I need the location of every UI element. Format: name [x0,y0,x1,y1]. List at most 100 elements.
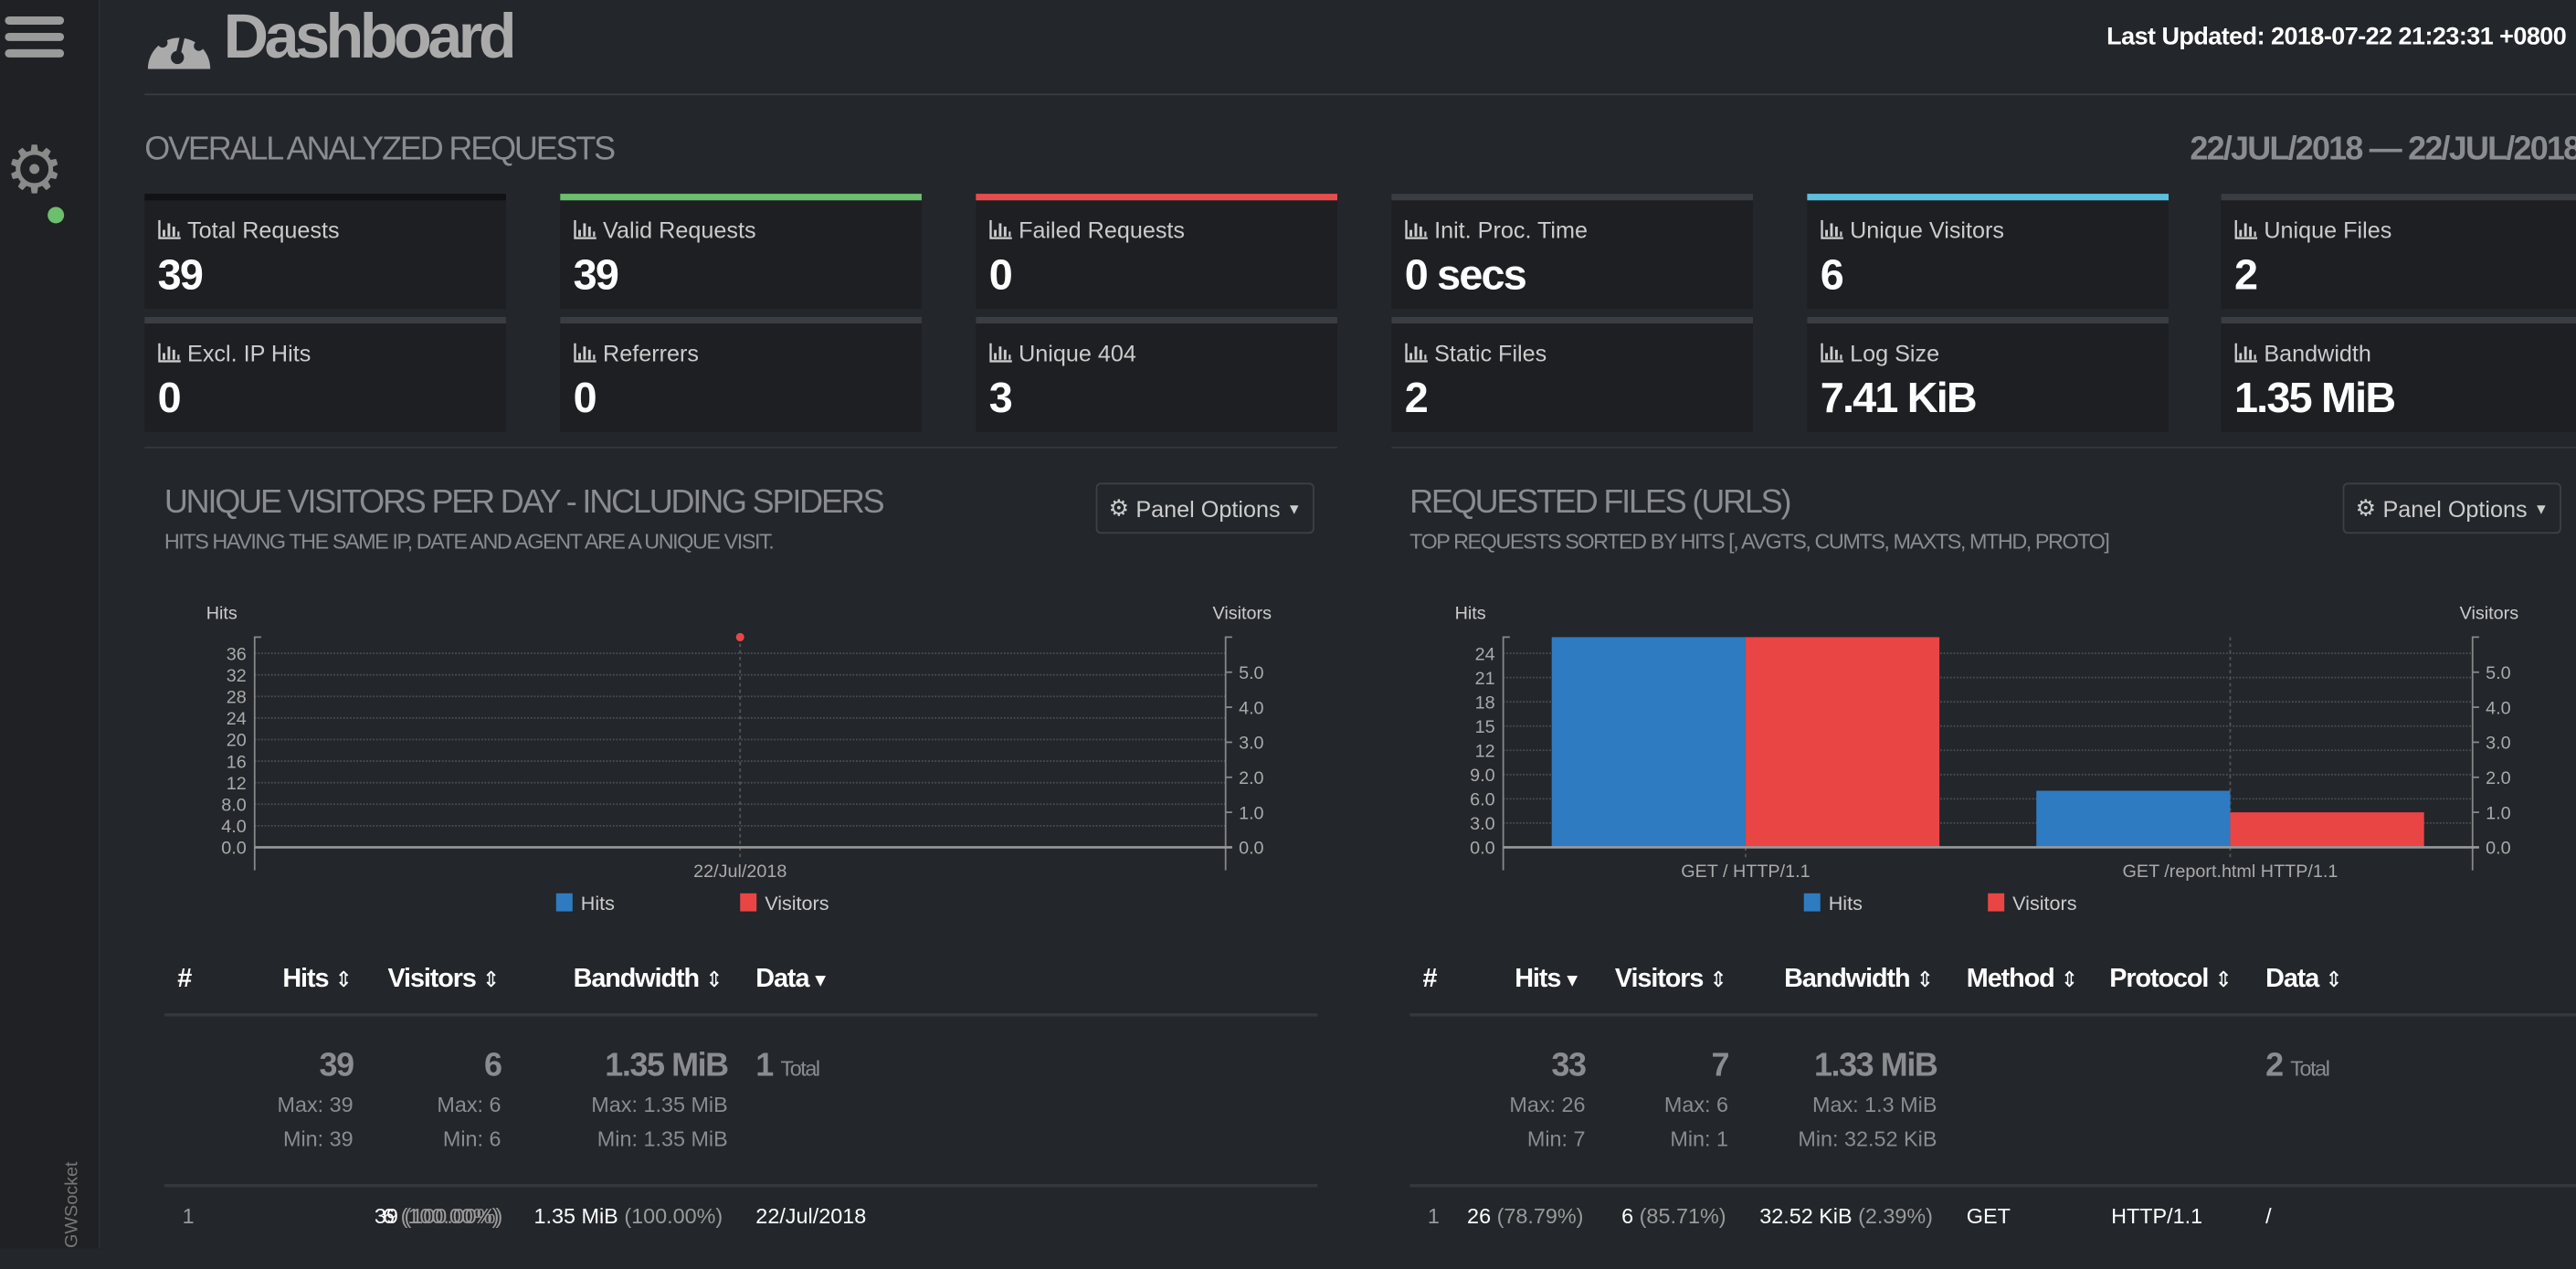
y-tick-label: 0.0 [221,839,246,859]
y-tick-label: 24 [227,709,247,729]
col-header-bandwidth[interactable]: Bandwidth ⇕ [1784,965,1934,995]
settings-gear-icon[interactable]: ⚙ [5,132,63,210]
metric-label: Unique 404 [989,340,1136,366]
y-tick-label: 28 [227,687,247,707]
legend-swatch-hits [1803,893,1821,912]
metric-card: Referrers 0 [560,316,922,432]
col-header-protocol[interactable]: Protocol ⇕ [2109,966,2233,995]
y-tick-label: 18 [1475,693,1495,713]
metric-label-text: Unique Files [2264,217,2392,244]
dashboard: ⚙ GWSocket Dashboard Last Updated: 2018-… [0,0,2576,1249]
metric-label-text: Failed Requests [1019,217,1186,244]
table-divider [164,1183,1318,1188]
legend-swatch-visitors [1988,893,2005,912]
bandwidth-value: 1.35 MiB [533,1203,618,1229]
header-label: Hits [282,965,329,994]
max-visitors: Max: 6 [1663,1092,1729,1117]
total-hits: 39 [319,1047,355,1084]
y2-axis-title: Visitors [2460,604,2519,624]
y2-tick-label: 1.0 [1239,803,1263,823]
bar-visitors [1745,637,1940,848]
table-divider [1409,1183,2576,1188]
y-tick-label: 20 [227,731,247,751]
total-visitors: 6 [483,1047,502,1084]
x-tick-label: GET /report.html HTTP/1.1 [2123,862,2338,882]
col-header-visitors[interactable]: Visitors ⇕ [1615,966,1727,995]
panel-options-button[interactable]: ⚙ Panel Options ▼ [2342,482,2561,534]
legend-label-hits: Hits [1829,892,1863,915]
sort-desc-icon: ▾ [1567,967,1578,992]
metric-label-text: Referrers [603,340,700,366]
col-header-bandwidth[interactable]: Bandwidth ⇕ [574,966,723,995]
y-axis [253,636,261,871]
metric-card: Log Size 7.41 KiB [1807,316,2170,432]
visitors-chart: 0.04.08.0121620242832360.01.02.03.04.05.… [206,604,1272,915]
panel-subtitle: TOP REQUESTS SORTED BY HITS [, AVGTS, CU… [1409,528,2110,554]
bar-chart-icon [1405,219,1428,239]
visitors-value: 6 [383,1203,396,1229]
table-divider [164,1012,1318,1017]
sort-icon: ⇕ [2214,967,2233,992]
col-header-method[interactable]: Method ⇕ [1967,966,2078,995]
metric-value: 0 [573,373,597,422]
legend-label-hits: Hits [581,892,615,915]
y-axis-title: Hits [206,604,238,624]
metric-value: 7.41 KiB [1820,373,1978,422]
x-tick-label: 22/Jul/2018 [693,862,787,882]
hits-value: 26 [1467,1203,1492,1229]
row-visitors: 6 (100.00%) [383,1203,502,1228]
menu-icon[interactable] [5,16,65,66]
y-tick-label: 36 [227,644,247,664]
metric-label-text: Unique 404 [1019,340,1136,366]
y2-tick-label: 2.0 [1239,768,1263,788]
total-visitors: 7 [1711,1047,1729,1084]
panel-options-label: Panel Options [2382,494,2528,522]
y2-tick-label: 3.0 [1239,734,1263,754]
header-label: Bandwidth [1784,965,1910,994]
metric-card: Bandwidth 1.35 MiB [2221,316,2576,432]
col-header-visitors[interactable]: Visitors ⇕ [387,966,500,995]
col-header-hits[interactable]: Hits ⇕ [282,965,353,995]
gwsocket-label: GWSocket [62,1161,82,1249]
metric-value: 39 [157,249,204,300]
col-header-hits[interactable]: Hits ▾ [1515,965,1578,995]
y-tick-label: 16 [227,752,247,772]
col-header-data[interactable]: Data ⇕ [2265,965,2343,995]
connection-status-dot [48,206,65,224]
header-label: Data [2265,965,2319,994]
panel-options-button[interactable]: ⚙ Panel Options ▼ [1095,482,1314,534]
col-header-data[interactable]: Data ▾ [755,966,826,995]
data-count: 1 [755,1047,774,1084]
sort-desc-icon: ▾ [815,967,826,992]
metric-value: 0 [988,249,1013,300]
last-updated: Last Updated: 2018-07-22 21:23:31 +0800 [2106,23,2567,51]
caret-down-icon: ▼ [2533,500,2549,517]
row-hits: 26 (78.79%) [1467,1203,1583,1228]
header-label: Hits [1515,965,1561,994]
legend-label-visitors: Visitors [765,892,829,915]
y2-tick-label: 5.0 [2486,663,2510,683]
row-num: 1 [182,1203,195,1229]
row-data: 22/Jul/2018 [755,1203,867,1229]
point-visitors [735,632,744,641]
bar-chart-icon [158,343,181,363]
y-tick-label: 8.0 [221,795,246,815]
metric-label: Total Requests [158,217,340,243]
bar-chart-icon [1405,343,1428,363]
bar-visitors [2230,812,2424,848]
date-range: 22/JUL/2018 — 22/JUL/2018 [2190,131,2576,168]
metric-card: Unique 404 3 [976,316,1337,432]
row-visitors: 6 (85.71%) [1621,1203,1726,1228]
metric-value: 0 [157,373,182,422]
table-divider [1409,1012,2576,1017]
total-data: 2 Total [2265,1048,2330,1085]
metric-card: Unique Files 2 [2221,194,2576,309]
metric-label-text: Static Files [1434,340,1547,366]
metric-label: Unique Visitors [1821,217,2004,243]
sort-icon: ⇕ [1709,967,1727,992]
metric-label: Static Files [1405,340,1547,366]
legend-swatch-hits [555,893,573,912]
metric-value: 2 [2233,249,2258,300]
metric-value: 39 [573,249,619,300]
sidebar: ⚙ GWSocket [0,0,100,1249]
